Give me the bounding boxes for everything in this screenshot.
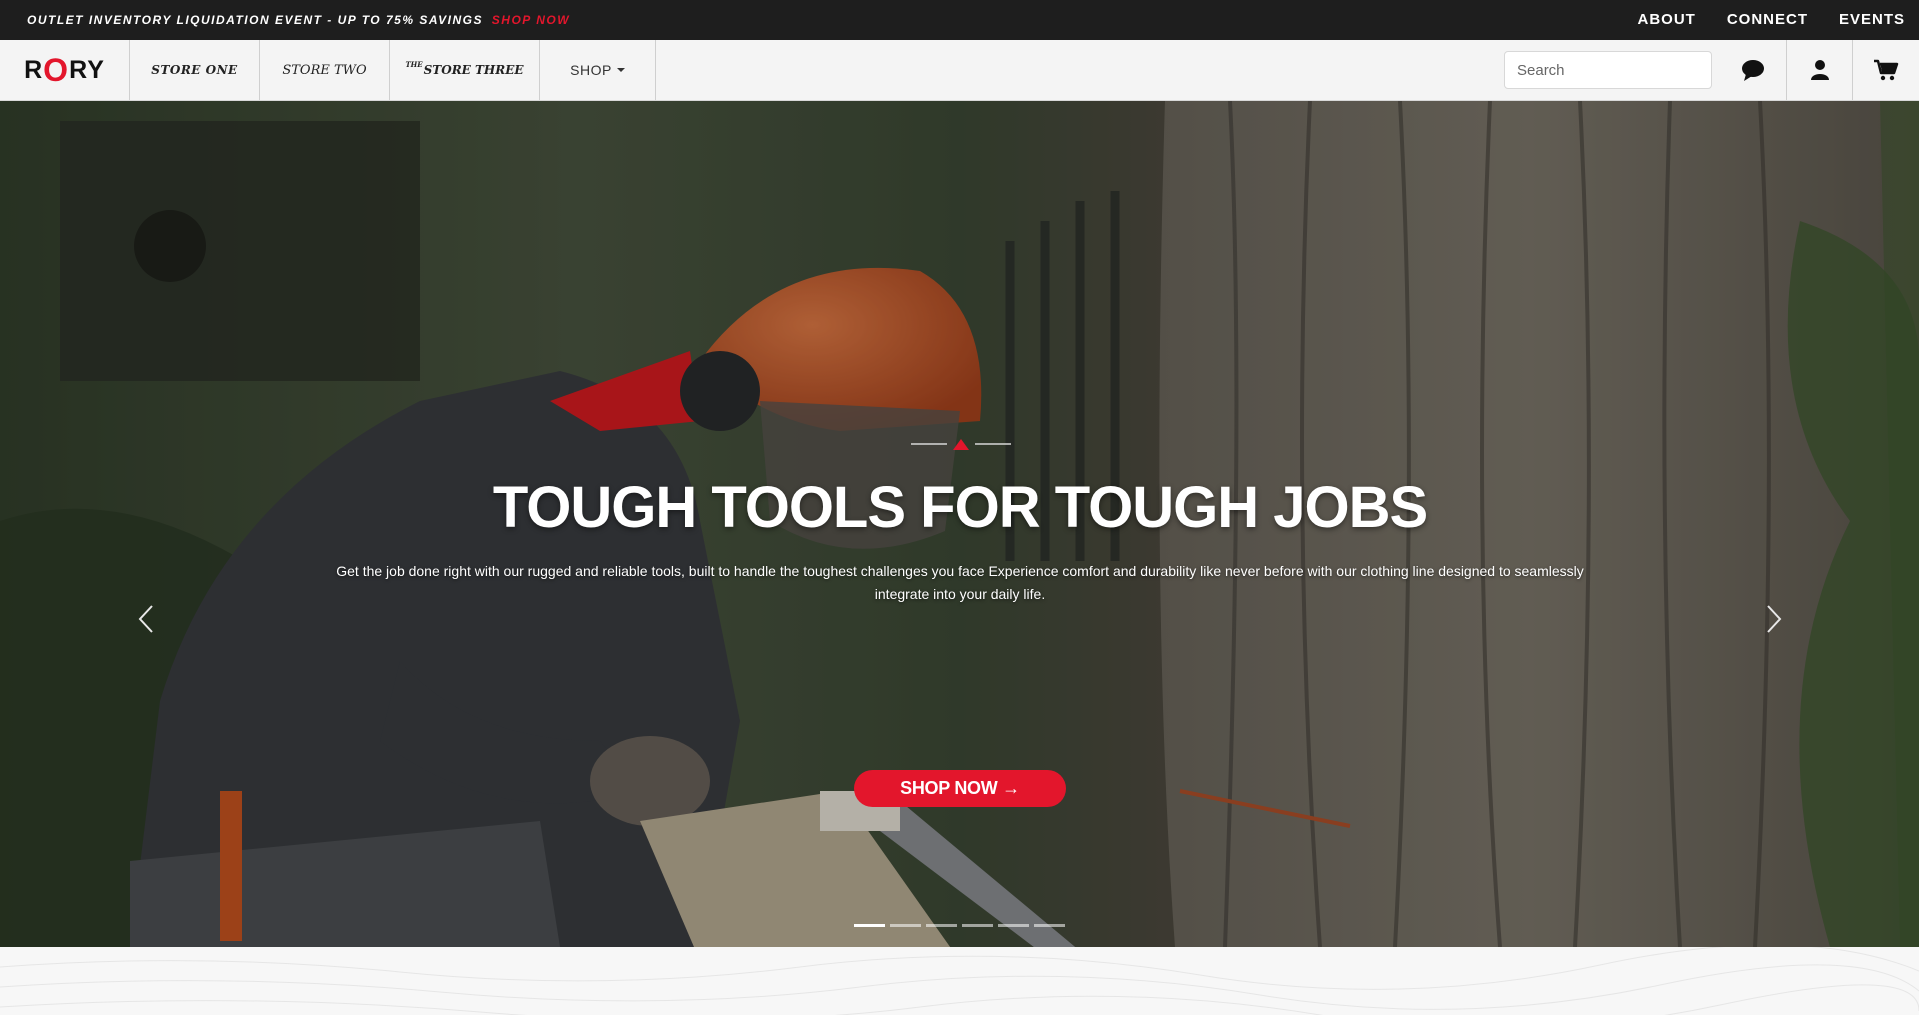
- slider-dot[interactable]: [854, 924, 885, 927]
- shop-now-button[interactable]: SHOP NOW →: [854, 770, 1066, 807]
- slider-prev-button[interactable]: [131, 597, 161, 641]
- store-one-label: STORE ONE: [151, 63, 238, 77]
- user-icon: [1810, 60, 1829, 80]
- nav-store-one[interactable]: STORE ONE: [130, 40, 260, 100]
- hero-title: TOUGH TOOLS FOR TOUGH JOBS: [492, 475, 1428, 540]
- logo-o: O: [43, 51, 70, 88]
- search-input[interactable]: [1504, 51, 1712, 89]
- slider-dot[interactable]: [890, 924, 921, 927]
- logo-text-end: RY: [69, 55, 105, 84]
- slider-dots: [854, 924, 1070, 927]
- nav-shop-dropdown[interactable]: SHOP: [540, 40, 656, 100]
- chevron-right-icon: [1767, 605, 1782, 633]
- shop-label: SHOP: [570, 62, 612, 78]
- main-nav: R O RY STORE ONE STORE TWO THE STORE THREE …: [0, 40, 1919, 101]
- caret-down-icon: [616, 68, 625, 72]
- section-background: [0, 947, 1919, 1015]
- chevron-left-icon: [138, 605, 153, 633]
- triangle-divider-icon: [911, 439, 1011, 450]
- slider-dot[interactable]: [998, 924, 1029, 927]
- store-two-label: STORE TWO: [282, 62, 367, 78]
- slider-next-button[interactable]: [1759, 597, 1789, 641]
- slider-dot[interactable]: [962, 924, 993, 927]
- top-link-connect[interactable]: CONNECT: [1727, 0, 1808, 40]
- announcement-shop-now-link[interactable]: SHOP NOW: [492, 13, 570, 27]
- cart-icon: [1873, 59, 1898, 81]
- announcement-text: OUTLET INVENTORY LIQUIDATION EVENT - UP …: [27, 13, 483, 27]
- logo-text-start: R: [24, 55, 44, 84]
- top-link-about[interactable]: ABOUT: [1637, 0, 1695, 40]
- top-links: ABOUT CONNECT EVENTS: [1606, 0, 1905, 40]
- announcement-message: OUTLET INVENTORY LIQUIDATION EVENT - UP …: [27, 0, 570, 40]
- store-three-label: STORE THREE: [423, 63, 524, 77]
- announcement-bar: OUTLET INVENTORY LIQUIDATION EVENT - UP …: [0, 0, 1919, 40]
- topographic-pattern: [0, 947, 1919, 1015]
- chat-button[interactable]: [1720, 40, 1786, 100]
- hero-slider: TOUGH TOOLS FOR TOUGH JOBS Get the job d…: [0, 101, 1919, 947]
- nav-store-three[interactable]: THE STORE THREE: [390, 40, 540, 100]
- nav-store-two[interactable]: STORE TWO: [260, 40, 390, 100]
- store-three-prefix: THE: [405, 59, 423, 69]
- top-link-events[interactable]: EVENTS: [1839, 0, 1905, 40]
- slider-dot[interactable]: [926, 924, 957, 927]
- cart-button[interactable]: [1852, 40, 1918, 100]
- chat-icon: [1742, 60, 1764, 81]
- logo[interactable]: R O RY: [0, 40, 130, 100]
- slider-dot[interactable]: [1034, 924, 1065, 927]
- hero-description: Get the job done right with our rugged a…: [336, 563, 1584, 602]
- account-button[interactable]: [1786, 40, 1852, 100]
